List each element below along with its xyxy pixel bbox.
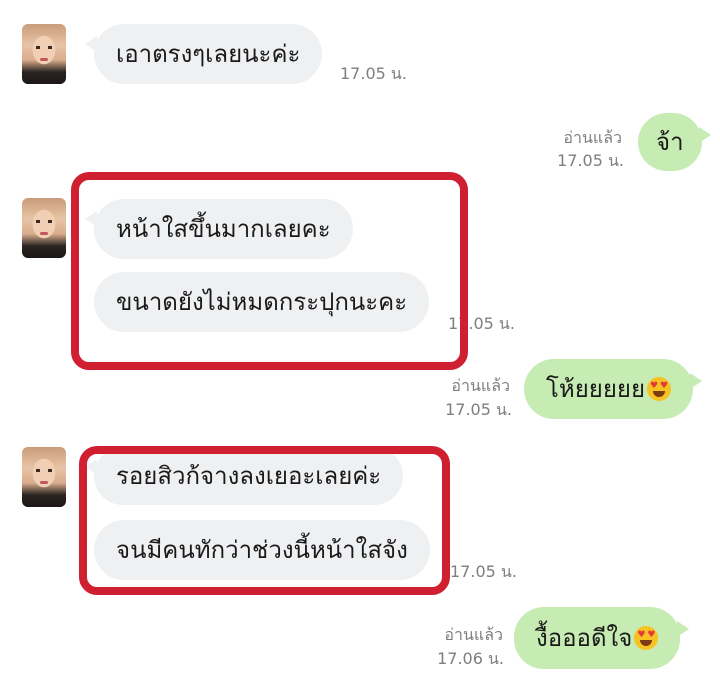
incoming-message-bubble[interactable]: ขนาดยังไม่หมดกระปุกนะคะ [94,272,430,332]
incoming-message-bubble[interactable]: จนมีคนทักว่าช่วงนี้หน้าใสจัง [94,520,430,580]
contact-avatar[interactable] [22,447,66,507]
outgoing-message-bubble[interactable]: จ้า [638,113,711,171]
incoming-message-bubble[interactable]: เอาตรงๆเลยนะค่ะ [84,24,323,84]
message-time: 17.05 น. [557,151,624,170]
message-text: ขนาดยังไม่หมดกระปุกนะคะ [116,288,408,316]
message-text: จนมีคนทักว่าช่วงนี้หน้าใสจัง [116,536,408,564]
heart-eyes-emoji-icon: ♥ ♥ [647,377,672,401]
heart-eyes-emoji-icon: ♥ ♥ [634,626,659,650]
message-text: เอาตรงๆเลยนะค่ะ [116,40,301,68]
contact-avatar[interactable] [22,198,66,258]
message-text: งื้อออดีใจ [536,624,633,652]
message-text: รอยสิวก้จางลงเยอะเลยค่ะ [116,462,382,490]
message-text: หน้าใสขึ้นมากเลยคะ [116,215,331,243]
read-receipt: อ่านแล้ว [563,128,622,147]
message-time: 17.05 น. [450,562,517,581]
incoming-message-bubble[interactable]: หน้าใสขึ้นมากเลยคะ [85,199,353,259]
incoming-message-bubble[interactable]: รอยสิวก้จางลงเยอะเลยค่ะ [84,447,404,505]
message-text: โห้ยยยยย [546,375,646,403]
outgoing-message-bubble[interactable]: งื้อออดีใจ ♥ ♥ [514,607,690,669]
message-time: 17.05 น. [340,64,407,83]
read-receipt: อ่านแล้ว [444,625,503,644]
message-text: จ้า [656,128,684,156]
outgoing-message-bubble[interactable]: โห้ยยยยย ♥ ♥ [524,359,703,419]
read-receipt: อ่านแล้ว [451,376,510,395]
message-time: 17.06 น. [437,649,504,668]
contact-avatar[interactable] [22,24,66,84]
message-time: 17.05 น. [445,400,512,419]
message-time: 17.05 น. [448,314,515,333]
